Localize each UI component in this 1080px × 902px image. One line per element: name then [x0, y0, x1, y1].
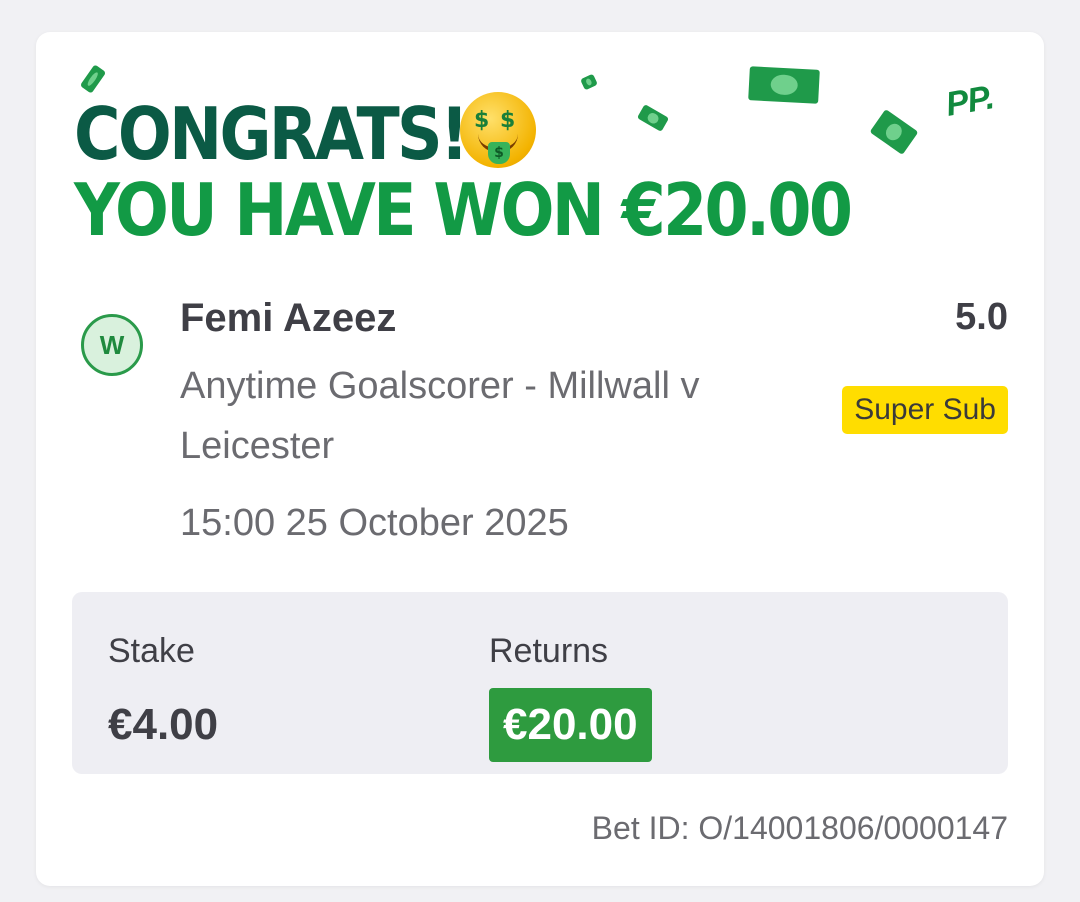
stake-label: Stake [108, 632, 195, 670]
money-bill-icon [636, 104, 670, 132]
win-status-badge: W [81, 314, 143, 376]
money-bill-icon [748, 66, 820, 104]
returns-label: Returns [489, 632, 609, 670]
money-bill-icon [79, 64, 107, 94]
super-sub-tag: Super Sub [842, 386, 1008, 434]
event-time: 15:00 25 October 2025 [180, 502, 569, 544]
selection-name: Femi Azeez [180, 296, 397, 340]
won-amount-heading: YOU HAVE WON €20.00 [74, 168, 853, 252]
brand-logo: PP. [942, 78, 997, 124]
money-bill-icon [869, 109, 919, 155]
congrats-heading: CONGRATS! [74, 92, 469, 176]
bet-id: Bet ID: O/14001806/0000147 [591, 810, 1008, 846]
money-mouth-face-icon: $ $ $ [460, 92, 536, 168]
returns-value: €20.00 [489, 688, 652, 762]
stake-value: €4.00 [108, 700, 219, 749]
odds-value: 5.0 [955, 296, 1008, 338]
bet-result-card: PP. CONGRATS! $ $ $ YOU HAVE WON €20.00 … [36, 32, 1044, 886]
bet-summary-panel: Stake €4.00 Returns €20.00 [72, 592, 1008, 774]
money-bill-icon [580, 73, 598, 91]
market-description: Anytime Goalscorer - Millwall v Leiceste… [180, 365, 700, 467]
